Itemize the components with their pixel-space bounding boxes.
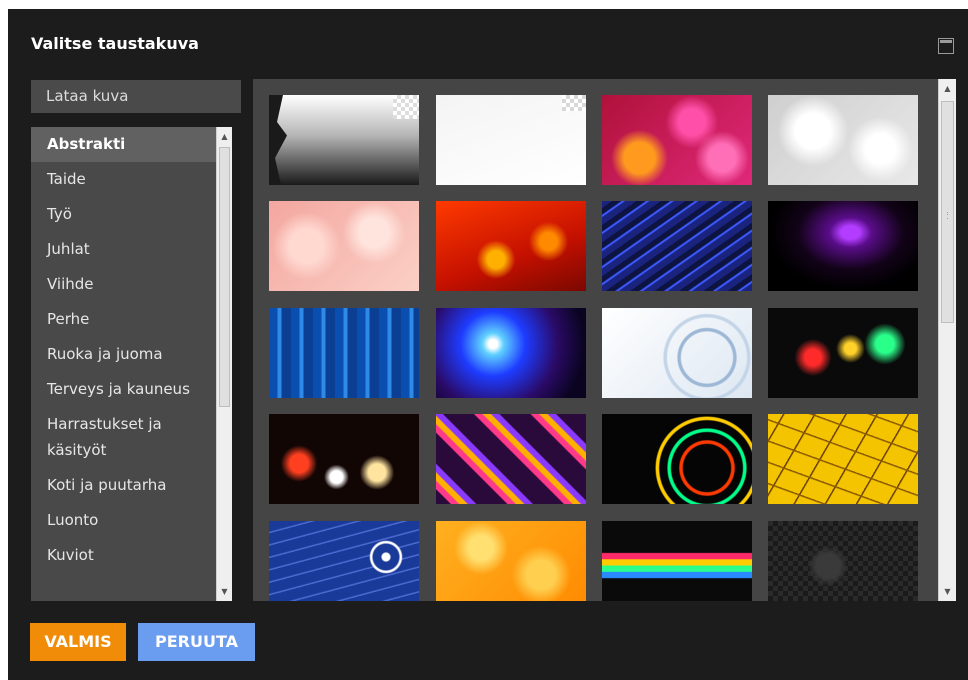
thumbnail-white-peeled[interactable]	[436, 95, 586, 185]
scroll-down-icon[interactable]: ▼	[217, 587, 232, 596]
thumbnail-colorful-bokeh-dark[interactable]	[768, 308, 918, 398]
thumbnail-purple-lightning[interactable]	[768, 201, 918, 291]
thumbnail-blue-light-burst[interactable]	[436, 308, 586, 398]
thumbnail-blue-light-streaks[interactable]	[602, 201, 752, 291]
gallery-scroll-thumb[interactable]	[941, 101, 954, 323]
category-perhe[interactable]: Perhe	[31, 302, 224, 337]
category-harrastukset-ja-kasityot[interactable]: Harrastukset ja käsityöt	[31, 407, 224, 468]
category-ruoka-ja-juoma[interactable]: Ruoka ja juoma	[31, 337, 224, 372]
background-picker-dialog: Valitse taustakuva Lataa kuva Abstrakti …	[8, 9, 968, 680]
category-luonto[interactable]: Luonto	[31, 503, 224, 538]
maximize-icon[interactable]	[938, 38, 954, 54]
thumbnail-orange-floral-swirls[interactable]	[436, 521, 586, 601]
thumbnail-red-orange-bokeh[interactable]	[436, 201, 586, 291]
thumbnail-gallery	[253, 79, 938, 601]
thumbnail-black-white-gradient[interactable]	[269, 95, 419, 185]
gallery-scrollbar[interactable]: ▲ ▼	[938, 79, 956, 601]
category-koti-ja-puutarha[interactable]: Koti ja puutarha	[31, 468, 224, 503]
thumbnail-blue-circle-pattern[interactable]	[269, 521, 419, 601]
thumbnail-silver-bokeh[interactable]	[768, 95, 918, 185]
thumbnail-pink-orange-bokeh[interactable]	[602, 95, 752, 185]
category-list: Abstrakti Taide Työ Juhlat Viihde Perhe …	[31, 127, 224, 601]
thumbnail-retro-stripes[interactable]	[436, 414, 586, 504]
category-taide[interactable]: Taide	[31, 162, 224, 197]
thumbnail-blue-vertical-streaks[interactable]	[269, 308, 419, 398]
category-terveys-ja-kauneus[interactable]: Terveys ja kauneus	[31, 372, 224, 407]
category-abstrakti[interactable]: Abstrakti	[31, 127, 224, 162]
thumbnail-white-blue-swirl[interactable]	[602, 308, 752, 398]
cancel-button[interactable]: PERUUTA	[138, 623, 255, 661]
upload-image-button[interactable]: Lataa kuva	[31, 80, 241, 113]
thumbnail-pink-soft-bokeh[interactable]	[269, 201, 419, 291]
category-scrollbar[interactable]: ▲ ▼	[216, 127, 232, 601]
gallery-scroll-up-icon[interactable]: ▲	[939, 84, 956, 93]
thumbnail-black-ornament[interactable]	[768, 521, 918, 601]
category-viihde[interactable]: Viihde	[31, 267, 224, 302]
category-tyo[interactable]: Työ	[31, 197, 224, 232]
scroll-up-icon[interactable]: ▲	[217, 132, 232, 141]
category-kuviot[interactable]: Kuviot	[31, 538, 224, 573]
thumbnail-night-bokeh-lights[interactable]	[269, 414, 419, 504]
thumbnail-rainbow-stripes[interactable]	[602, 521, 752, 601]
category-juhlat[interactable]: Juhlat	[31, 232, 224, 267]
thumbnail-neon-light-trails[interactable]	[602, 414, 752, 504]
dialog-title: Valitse taustakuva	[31, 34, 199, 53]
gallery-scroll-down-icon[interactable]: ▼	[939, 587, 956, 596]
thumbnail-yellow-cracked[interactable]	[768, 414, 918, 504]
done-button[interactable]: VALMIS	[30, 623, 126, 661]
category-scroll-thumb[interactable]	[219, 147, 230, 407]
